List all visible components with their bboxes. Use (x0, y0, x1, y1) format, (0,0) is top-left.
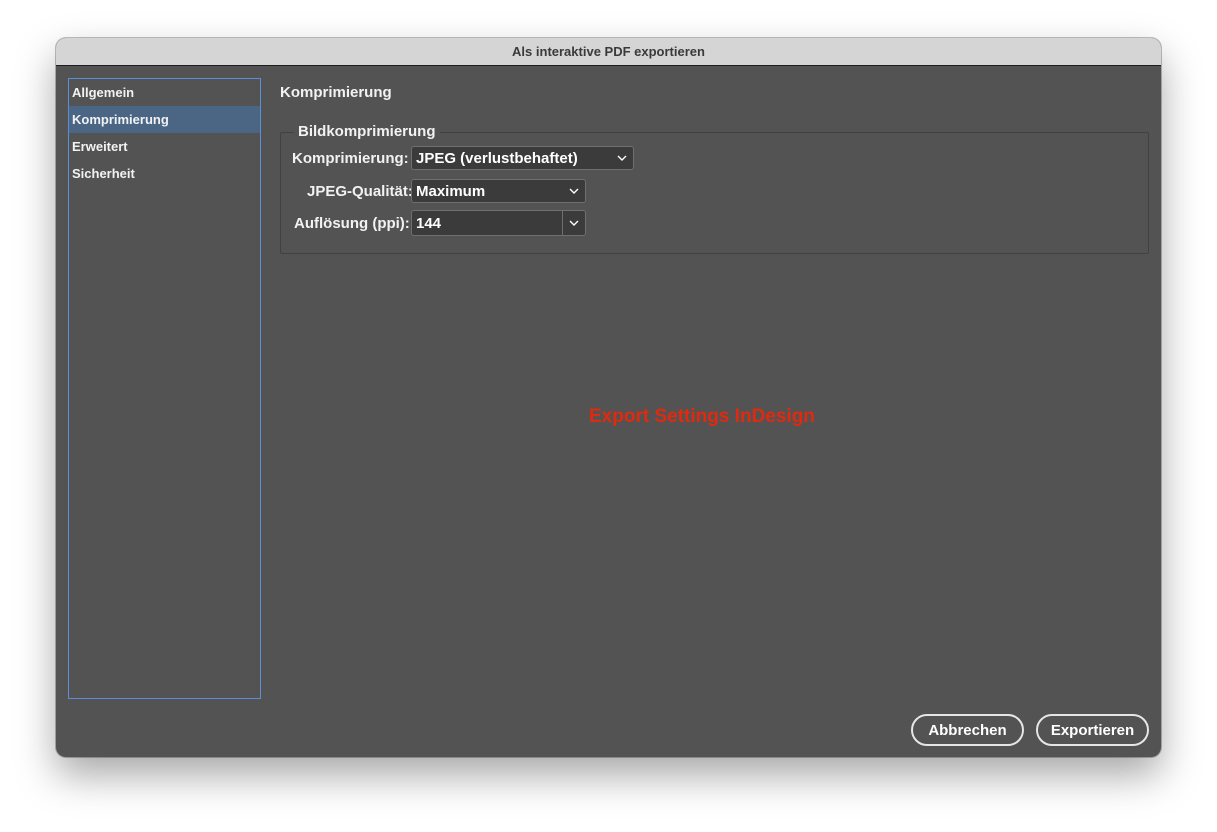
chevron-down-icon (611, 147, 633, 169)
window-title: Als interaktive PDF exportieren (512, 44, 705, 59)
jpeg-quality-label: JPEG-Qualität: (307, 183, 413, 200)
compression-value: JPEG (verlustbehaftet) (416, 149, 578, 167)
title-bar[interactable]: Als interaktive PDF exportieren (56, 38, 1161, 66)
cancel-button[interactable]: Abbrechen (911, 714, 1024, 746)
sidebar-item-allgemein[interactable]: Allgemein (69, 79, 260, 106)
chevron-down-icon (563, 180, 585, 202)
section-title: Komprimierung (280, 84, 392, 101)
sidebar-item-erweitert[interactable]: Erweitert (69, 133, 260, 160)
jpeg-quality-select[interactable]: Maximum (411, 179, 586, 203)
resolution-combobox[interactable]: 144 (411, 210, 586, 236)
sidebar-item-sicherheit[interactable]: Sicherheit (69, 160, 260, 187)
compression-label: Komprimierung: (292, 150, 409, 167)
export-button[interactable]: Exportieren (1036, 714, 1149, 746)
watermark-text: Export Settings InDesign (589, 406, 815, 427)
sidebar-item-komprimierung[interactable]: Komprimierung (69, 106, 260, 133)
jpeg-quality-value: Maximum (416, 182, 486, 200)
resolution-value[interactable]: 144 (412, 215, 562, 232)
compression-select[interactable]: JPEG (verlustbehaftet) (411, 146, 634, 170)
group-title: Bildkomprimierung (294, 123, 440, 140)
chevron-down-icon[interactable] (562, 211, 585, 235)
resolution-label: Auflösung (ppi): (294, 215, 410, 232)
export-dialog: Als interaktive PDF exportieren Allgemei… (56, 38, 1161, 757)
category-sidebar: Allgemein Komprimierung Erweitert Sicher… (68, 78, 261, 699)
